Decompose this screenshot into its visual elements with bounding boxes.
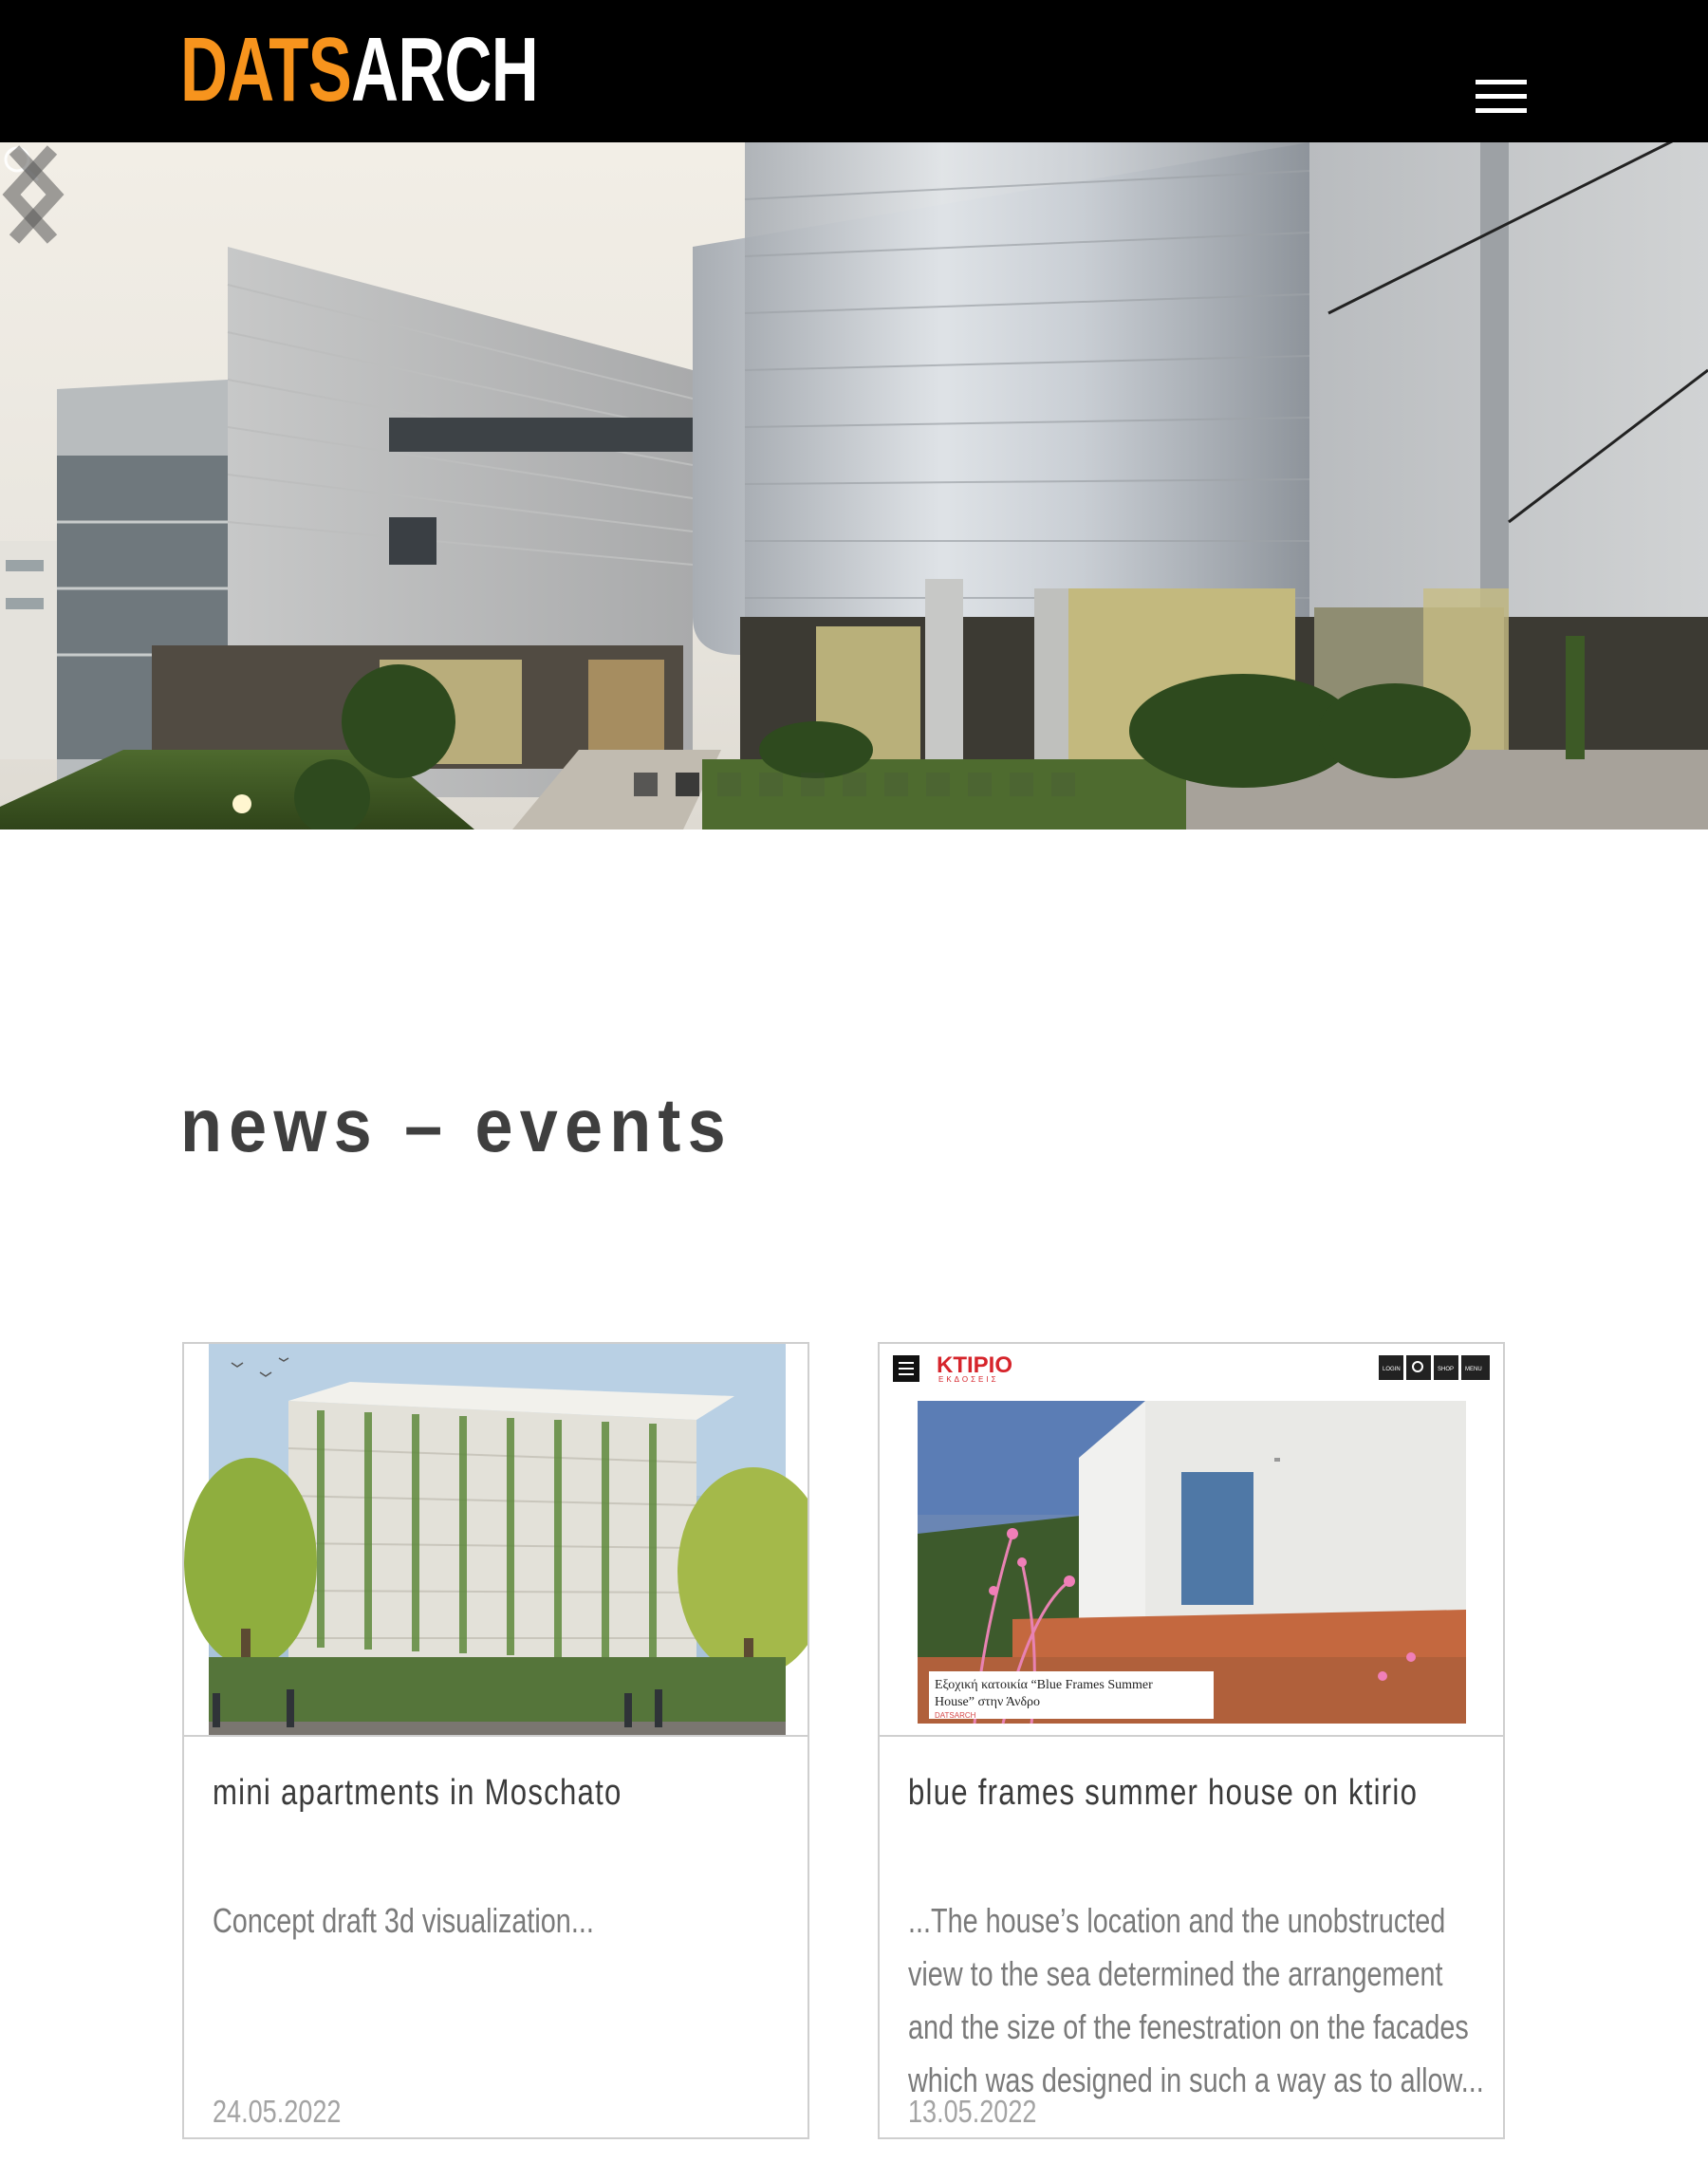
slider-dot[interactable] xyxy=(1010,773,1033,796)
ktirio-shop-text: SHOP xyxy=(1438,1367,1454,1372)
slider-pagination xyxy=(634,773,1075,796)
thumb-caption-line1: Εξοχική κατοικία “Blue Frames Summer xyxy=(935,1678,1153,1692)
slider-dot[interactable] xyxy=(759,773,783,796)
slider-dot[interactable] xyxy=(1051,773,1075,796)
logo-text-dats: DATS xyxy=(180,19,352,121)
ktirio-menu-text: MENU xyxy=(1465,1367,1482,1372)
slider-dot-active[interactable] xyxy=(676,773,699,796)
slider-dot[interactable] xyxy=(884,773,908,796)
news-card-excerpt: ...The house’s location and the unobstru… xyxy=(908,1901,1484,2099)
ktirio-brand-text: ΚΤΙΡΙΟ xyxy=(937,1352,1012,1378)
slider-dot[interactable] xyxy=(843,773,866,796)
datsarch-logo[interactable]: DATS ARCH xyxy=(180,19,539,121)
news-card-excerpt: Concept draft 3d visualization... xyxy=(213,1901,594,1940)
ktirio-brand-subtext: ΕΚΔΟΣΕΙΣ xyxy=(938,1375,999,1384)
thumb-caption-credit: DATSARCH xyxy=(935,1711,976,1720)
news-card-image: ΚΤΙΡΙΟ ΕΚΔΟΣΕΙΣ LOGIN SHOP MENU Εξοχική … xyxy=(880,1344,1503,1737)
chevron-right-icon[interactable] xyxy=(0,142,66,247)
hero-building-image xyxy=(0,142,1708,830)
slider-dot[interactable] xyxy=(968,773,992,796)
news-card-image xyxy=(184,1344,808,1737)
slider-dot[interactable] xyxy=(926,773,950,796)
thumb-caption-line2: House” στην Άνδρο xyxy=(935,1695,1040,1709)
slider-dot[interactable] xyxy=(801,773,825,796)
ktirio-login-text: LOGIN xyxy=(1383,1367,1401,1372)
news-card[interactable]: mini apartments in Moschato Concept draf… xyxy=(182,1342,809,2139)
hamburger-menu-icon[interactable] xyxy=(1476,80,1527,116)
logo-text-arch: ARCH xyxy=(351,19,539,121)
slider-dot[interactable] xyxy=(634,773,658,796)
news-card-title[interactable]: mini apartments in Moschato xyxy=(213,1773,622,1814)
slider-dot[interactable] xyxy=(717,773,741,796)
site-header: DATS ARCH xyxy=(0,0,1708,142)
section-title: news – events xyxy=(180,1083,733,1167)
news-card-title[interactable]: blue frames summer house on ktirio xyxy=(908,1773,1418,1814)
news-card-date: 24.05.2022 xyxy=(213,2094,342,2129)
hero-slider xyxy=(0,142,1708,830)
news-card-date: 13.05.2022 xyxy=(908,2094,1037,2129)
news-card[interactable]: ΚΤΙΡΙΟ ΕΚΔΟΣΕΙΣ LOGIN SHOP MENU Εξοχική … xyxy=(878,1342,1505,2139)
